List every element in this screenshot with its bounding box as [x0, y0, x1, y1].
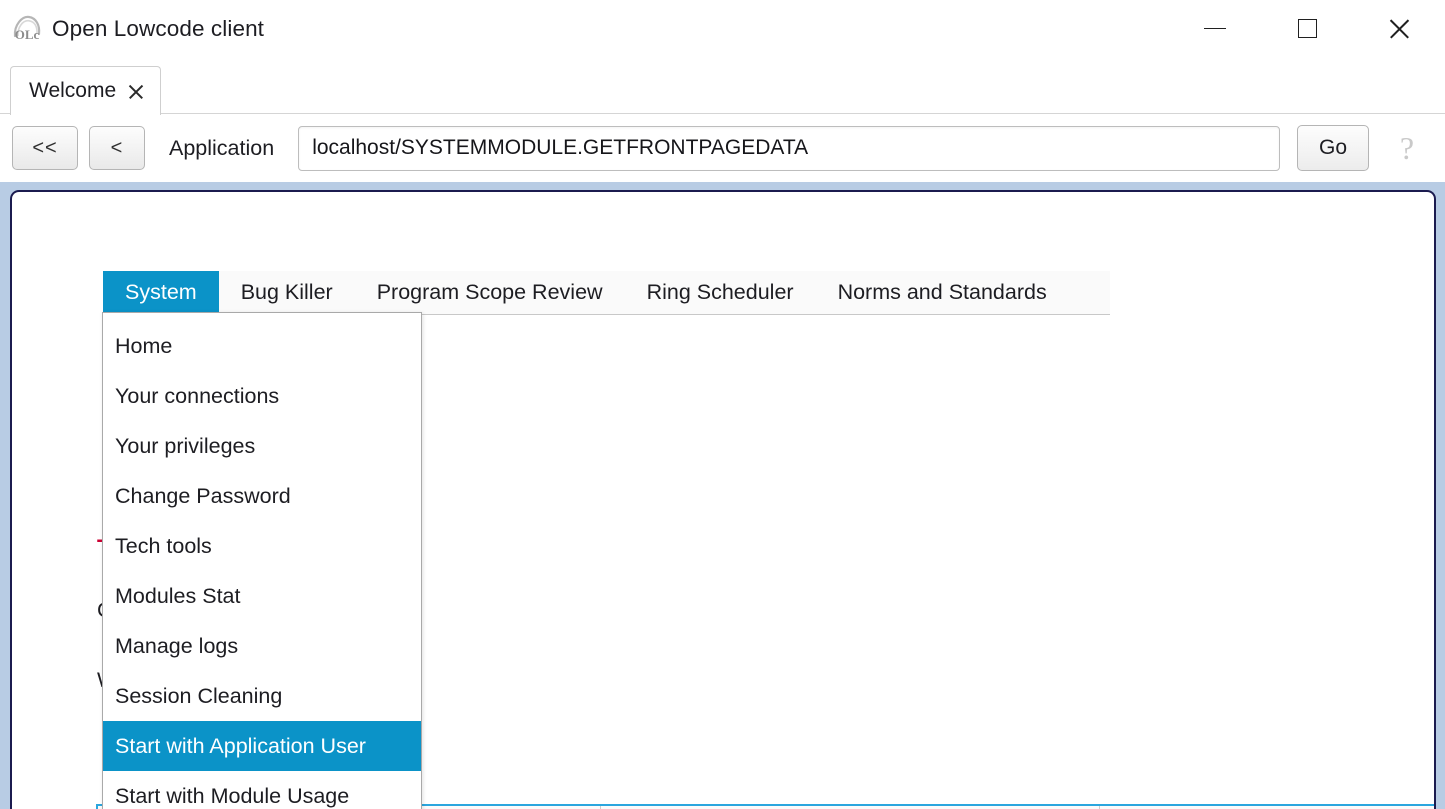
menu-item-manage-logs[interactable]: Manage logs	[103, 621, 421, 671]
module-tab-bug-killer[interactable]: Bug Killer	[219, 271, 355, 314]
tab-welcome-label: Welcome	[29, 79, 116, 103]
module-tab-norms-and-standards[interactable]: Norms and Standards	[816, 271, 1069, 314]
navigation-bar: << < Application localhost/SYSTEMMODULE.…	[0, 114, 1445, 182]
back-button[interactable]: <	[89, 126, 145, 170]
menu-item-change-password[interactable]: Change Password	[103, 471, 421, 521]
application-window: OLc Open Lowcode client Welcome << < App…	[0, 0, 1445, 809]
minimize-button[interactable]	[1169, 0, 1261, 57]
system-dropdown-menu: Home Your connections Your privileges Ch…	[102, 312, 422, 809]
minimize-icon	[1204, 28, 1226, 30]
svg-text:OLc: OLc	[15, 27, 40, 42]
menu-item-session-cleaning[interactable]: Session Cleaning	[103, 671, 421, 721]
maximize-icon	[1298, 19, 1317, 38]
menu-item-tech-tools[interactable]: Tech tools	[103, 521, 421, 571]
menu-item-your-privileges[interactable]: Your privileges	[103, 421, 421, 471]
window-controls	[1169, 0, 1445, 57]
window-title: Open Lowcode client	[52, 16, 264, 42]
menu-item-your-connections[interactable]: Your connections	[103, 371, 421, 421]
menu-item-start-with-module-usage[interactable]: Start with Module Usage	[103, 771, 421, 809]
back-to-start-button[interactable]: <<	[12, 126, 78, 170]
close-icon	[1387, 17, 1411, 41]
module-tab-ring-scheduler[interactable]: Ring Scheduler	[625, 271, 816, 314]
maximize-button[interactable]	[1261, 0, 1353, 57]
menu-item-modules-stat[interactable]: Modules Stat	[103, 571, 421, 621]
module-tab-system[interactable]: System	[103, 271, 219, 314]
tab-welcome[interactable]: Welcome	[10, 66, 161, 115]
menu-item-home[interactable]: Home	[103, 321, 421, 371]
go-button[interactable]: Go	[1297, 125, 1369, 171]
module-tab-program-scope-review[interactable]: Program Scope Review	[355, 271, 625, 314]
application-label: Application	[169, 136, 274, 161]
tab-strip: Welcome	[0, 57, 1445, 114]
address-input[interactable]: localhost/SYSTEMMODULE.GETFRONTPAGEDATA	[298, 126, 1280, 171]
tab-close-icon[interactable]	[127, 83, 144, 100]
module-tab-bar: System Bug Killer Program Scope Review R…	[103, 271, 1110, 315]
title-bar: OLc Open Lowcode client	[0, 0, 1445, 57]
open-lowcode-logo-icon: OLc	[10, 12, 44, 46]
menu-item-start-with-application-user[interactable]: Start with Application User	[103, 721, 421, 771]
close-button[interactable]	[1353, 0, 1445, 57]
help-question-icon[interactable]: ?	[1395, 132, 1419, 164]
